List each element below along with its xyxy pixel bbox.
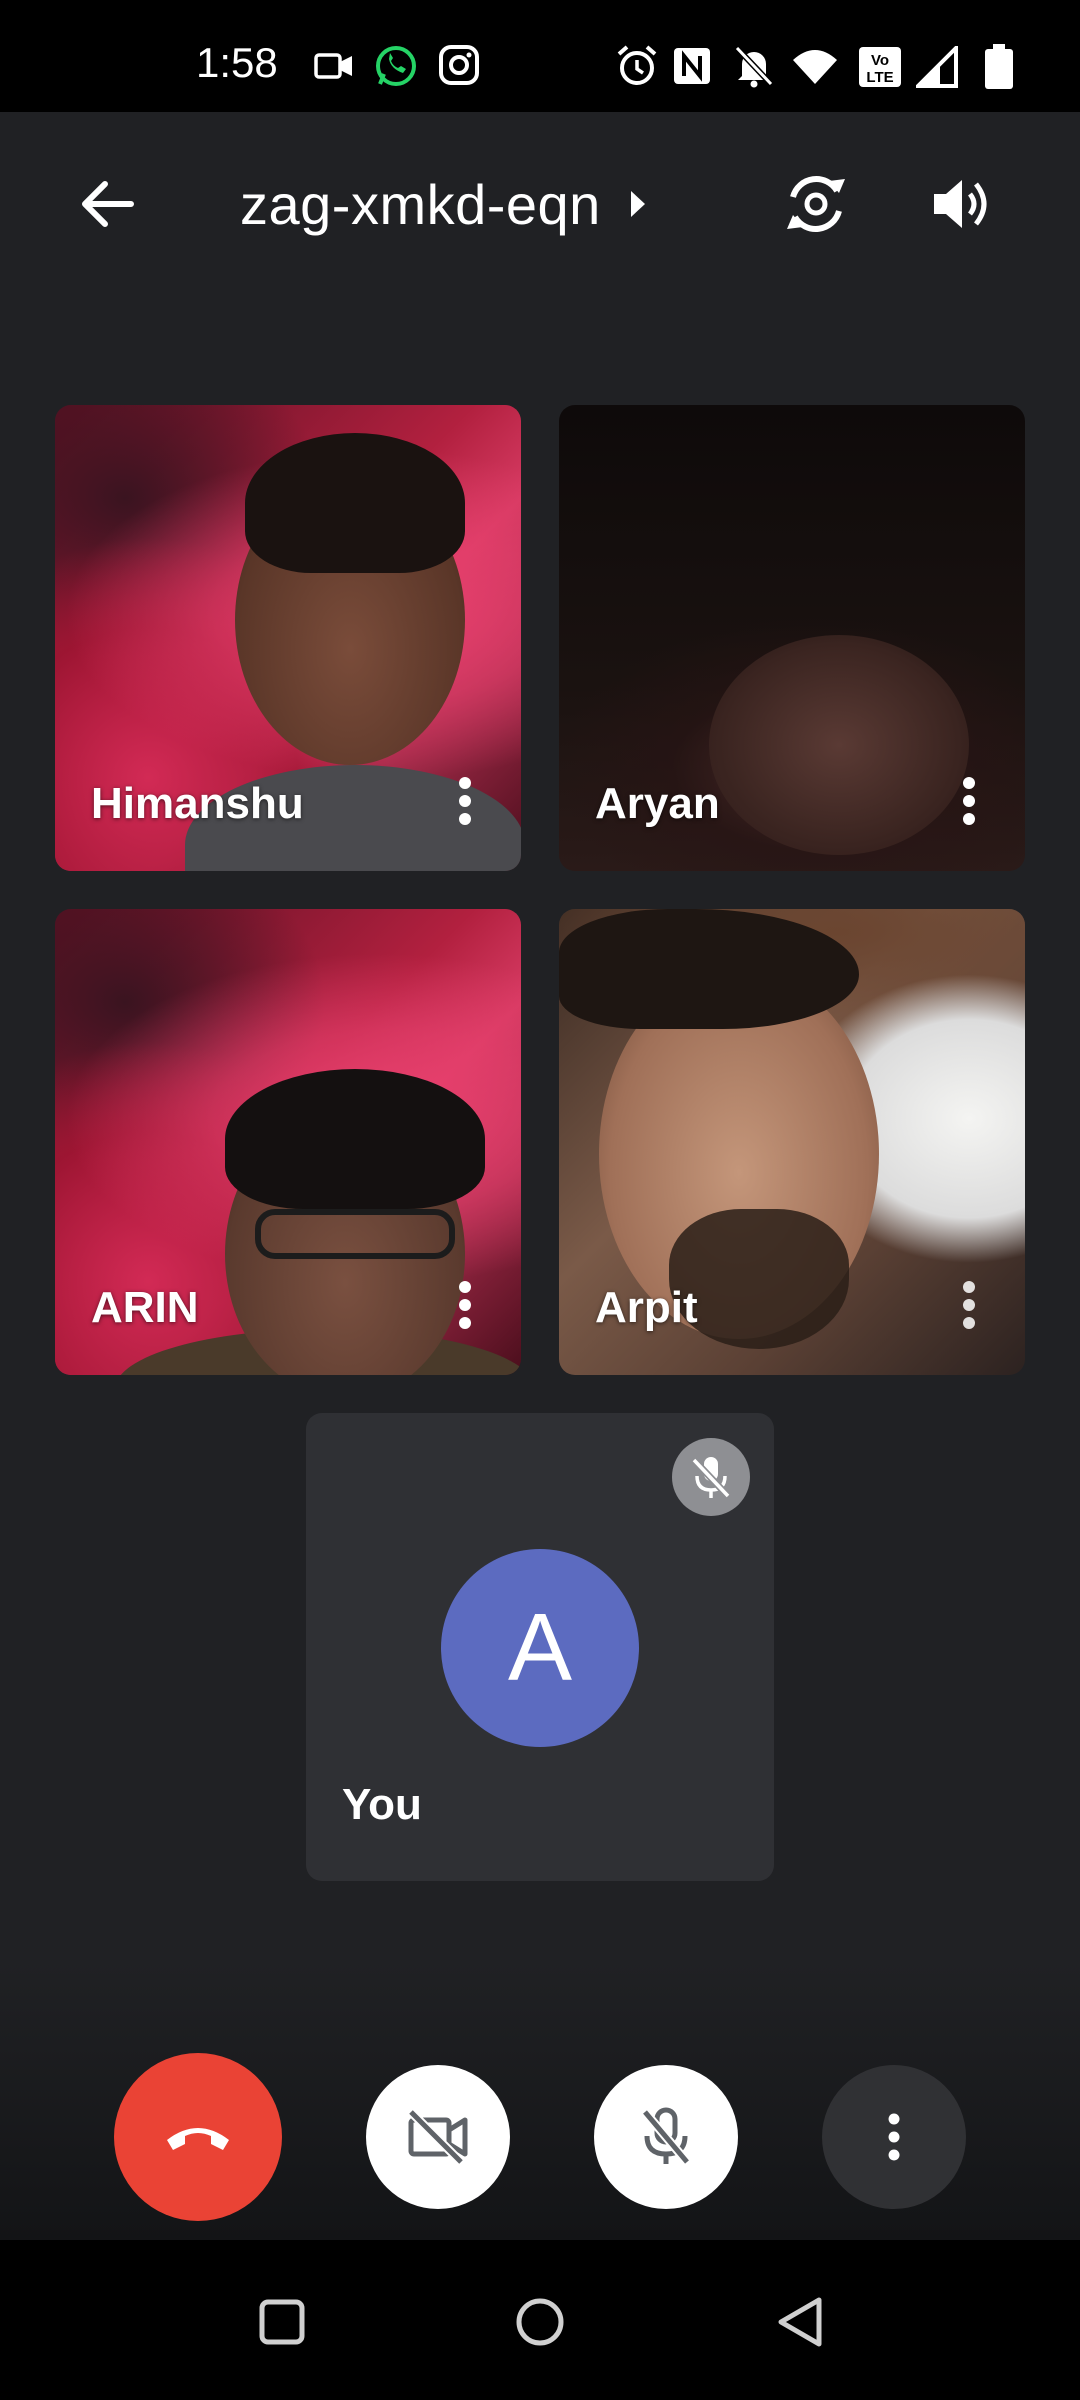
participant-name: ARIN [91,1283,199,1332]
meeting-code: zag-xmkd-eqn [240,172,601,236]
mic-off-icon [639,2106,693,2168]
app-bar: zag-xmkd-eqn [0,112,1080,282]
mic-off-icon [690,1454,732,1500]
more-options-button[interactable] [822,2065,966,2209]
speaker-icon [932,176,992,232]
battery-icon [984,44,1014,90]
participant-video-hair [225,1069,485,1209]
self-name: You [342,1780,422,1829]
recents-icon [258,2298,306,2346]
participant-name: Aryan [595,779,720,828]
more-vert-icon [887,2113,901,2161]
participant-tile[interactable]: Arpit [559,909,1025,1375]
home-icon [514,2296,566,2348]
meeting-info-button[interactable]: zag-xmkd-eqn [240,166,647,242]
participant-name: Himanshu [91,779,304,828]
back-button[interactable] [72,168,144,240]
participant-menu-button[interactable] [453,773,477,829]
volte-icon: Vo LTE [858,46,902,88]
more-vert-icon [458,1280,472,1330]
nav-back-button[interactable] [770,2292,830,2352]
participant-video-hair [245,433,465,573]
home-button[interactable] [510,2292,570,2352]
more-vert-icon [962,776,976,826]
microphone-toggle-button[interactable] [594,2065,738,2209]
back-triangle-icon [775,2296,825,2348]
wifi-icon [792,48,838,86]
flip-camera-icon [783,173,849,235]
participant-tile[interactable]: ARIN [55,909,521,1375]
participant-tile[interactable]: Himanshu [55,405,521,871]
camera-toggle-button[interactable] [366,2065,510,2209]
call-end-icon [163,2122,233,2152]
system-nav-bar [0,2240,1080,2400]
participant-name: Arpit [595,1283,698,1332]
videocam-off-icon [405,2108,471,2166]
recents-button[interactable] [252,2292,312,2352]
avatar: A [441,1549,639,1747]
flip-camera-button[interactable] [776,164,856,244]
svg-text:LTE: LTE [866,69,893,86]
status-time: 1:58 [196,39,278,86]
more-vert-icon [962,1280,976,1330]
whatsapp-icon [374,44,418,88]
signal-icon [916,46,958,88]
alarm-icon [615,44,659,88]
nfc-icon [672,46,712,86]
svg-text:Vo: Vo [871,52,889,69]
participant-menu-button[interactable] [957,1277,981,1333]
participant-tile[interactable]: Aryan [559,405,1025,871]
more-vert-icon [458,776,472,826]
mic-muted-badge [672,1438,750,1516]
arrow-back-icon [81,180,135,228]
audio-output-button[interactable] [922,164,1002,244]
notifications-off-icon [733,44,775,88]
status-bar: 1:58 Vo LTE [0,0,1080,112]
caret-right-icon [629,189,647,219]
end-call-button[interactable] [114,2053,282,2221]
self-tile[interactable]: A You [306,1413,774,1881]
video-camera-icon [314,48,354,84]
call-controls [0,1960,1080,2240]
participant-video-face [709,635,969,855]
instagram-icon [438,44,480,86]
participant-menu-button[interactable] [957,773,981,829]
participant-video-glasses [255,1209,455,1259]
participant-menu-button[interactable] [453,1277,477,1333]
